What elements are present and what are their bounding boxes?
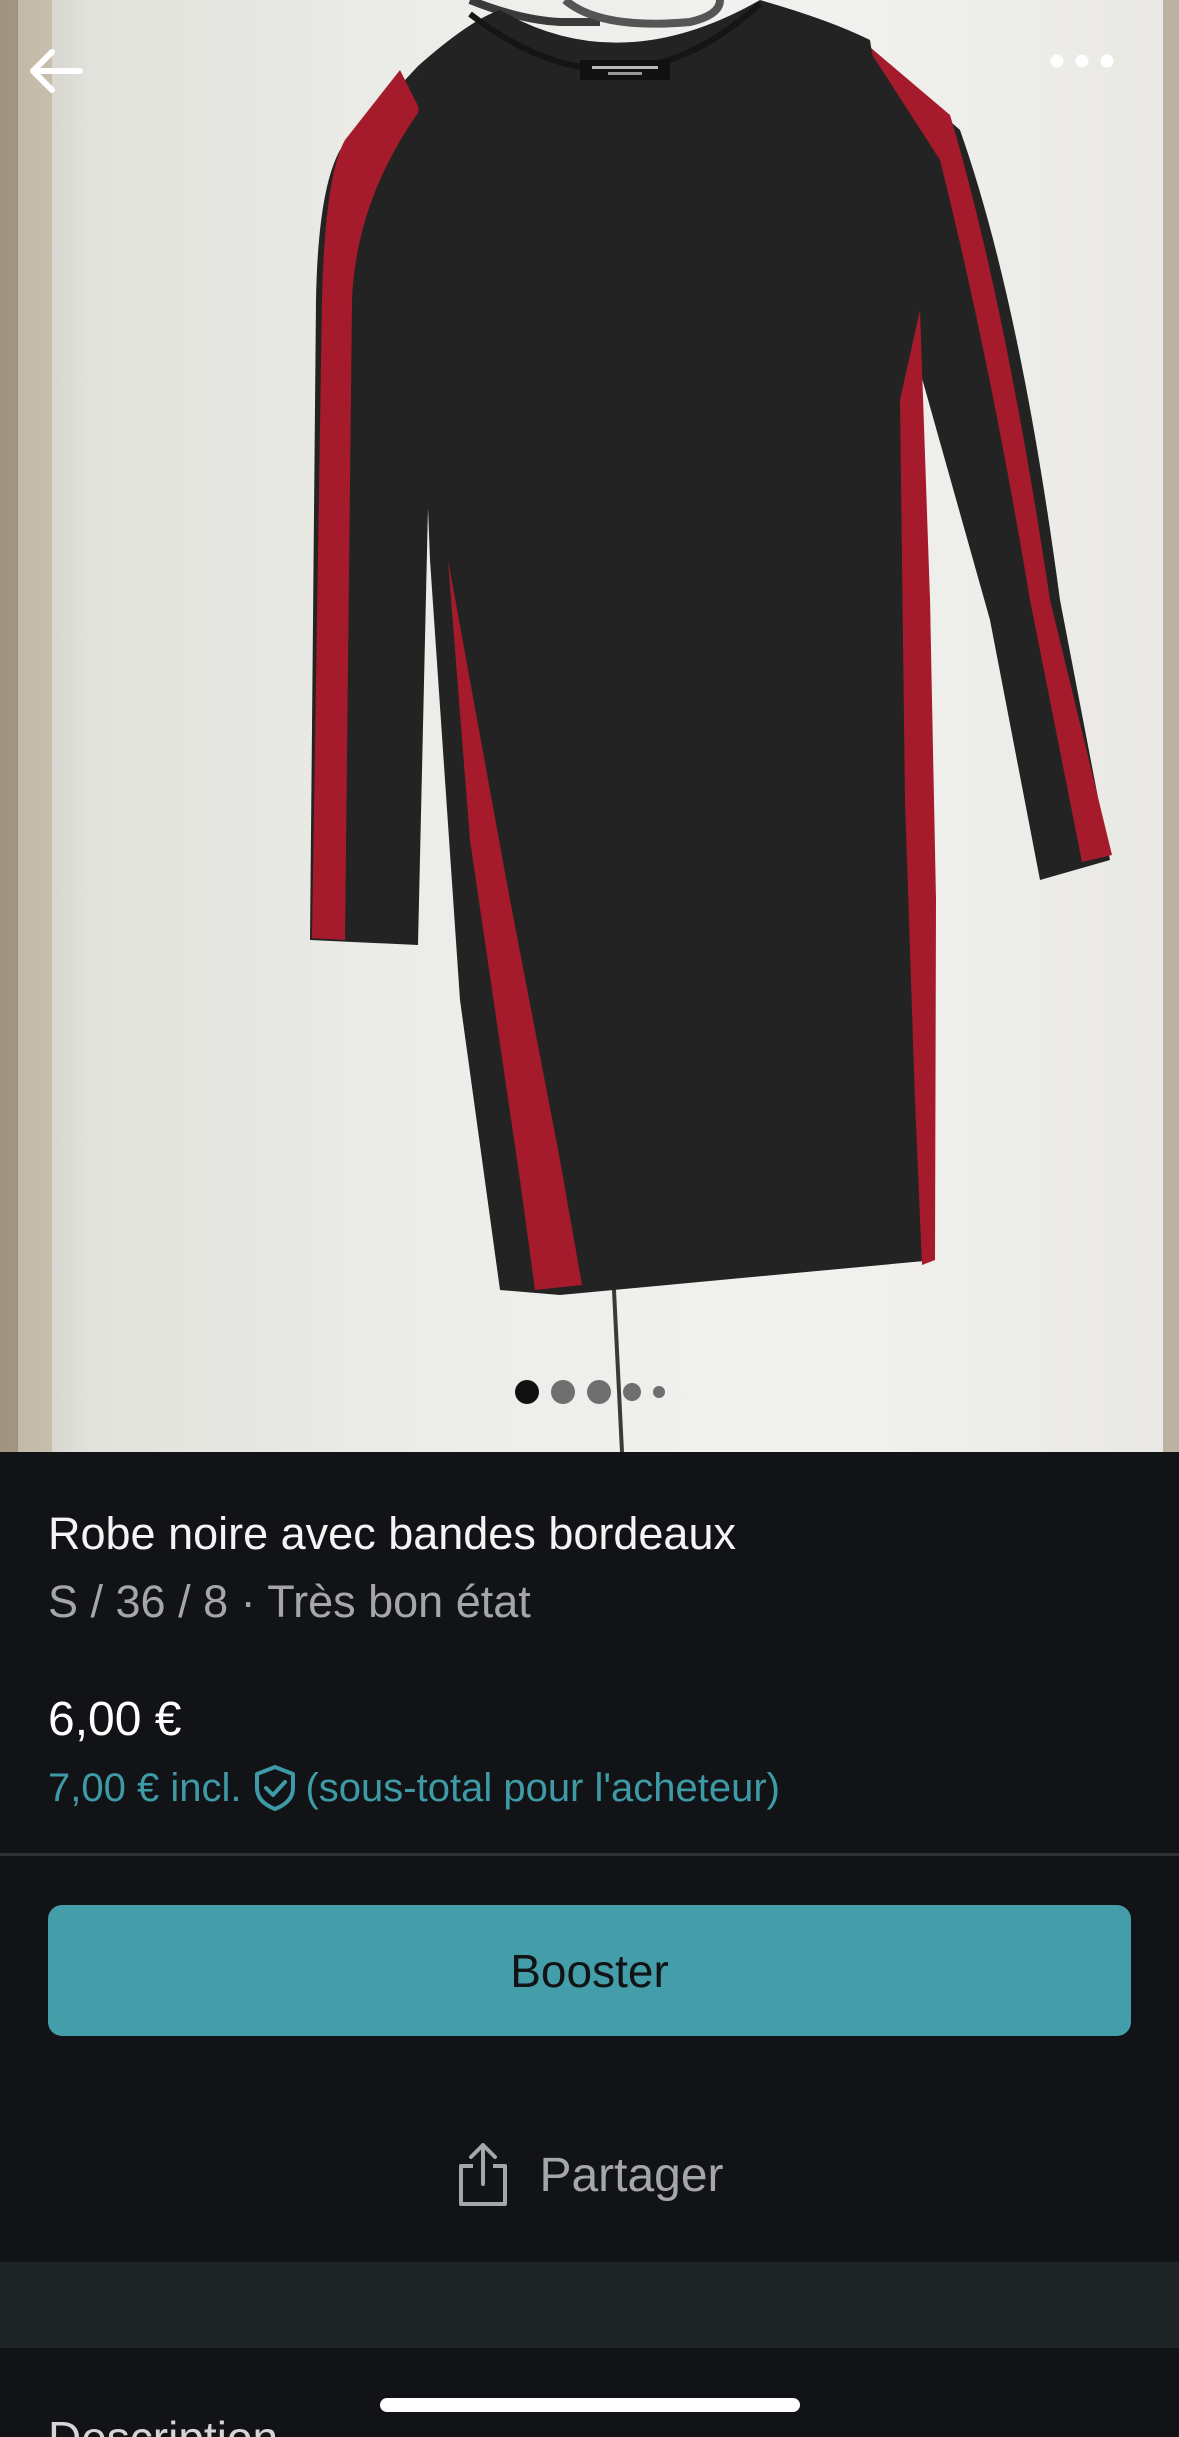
buyer-price-amount: 7,00 € incl. [48,1766,242,1810]
share-button[interactable]: Partager [0,2130,1179,2220]
item-detail-screen: Robe noire avec bandes bordeaux S / 36 /… [0,0,1179,2437]
gallery-dot[interactable] [652,1386,665,1398]
share-icon [459,2143,508,2206]
section-separator-band [0,2262,1179,2348]
share-label: Partager [539,2148,724,2202]
more-options-button[interactable] [1049,53,1159,163]
shield-check-icon [255,1765,296,1811]
item-info: Robe noire avec bandes bordeaux S / 36 /… [48,1500,1131,1818]
item-details: S / 36 / 8 · Très bon état [48,1576,531,1627]
item-photo [0,0,1179,1452]
buyer-price-link[interactable]: 7,00 € incl. (sous-total pour l'acheteur… [48,1758,1131,1818]
arrow-left-icon [30,49,83,93]
gallery-dot[interactable] [586,1380,611,1404]
item-title: Robe noire avec bandes bordeaux [48,1508,736,1559]
photo-gallery[interactable] [0,0,1179,1452]
item-price: 6,00 € [48,1693,182,1746]
back-button[interactable] [28,48,138,158]
more-horizontal-icon [1050,54,1114,68]
gallery-pagination [0,1380,1179,1404]
buyer-price-note: (sous-total pour l'acheteur) [305,1766,780,1810]
description-heading: Description [48,2408,278,2437]
gallery-dot[interactable] [514,1380,539,1404]
section-divider [0,1853,1179,1856]
gallery-dot[interactable] [622,1383,641,1401]
home-indicator[interactable] [380,2398,800,2412]
booster-button[interactable]: Booster [48,1905,1131,2036]
gallery-dot[interactable] [550,1380,575,1404]
